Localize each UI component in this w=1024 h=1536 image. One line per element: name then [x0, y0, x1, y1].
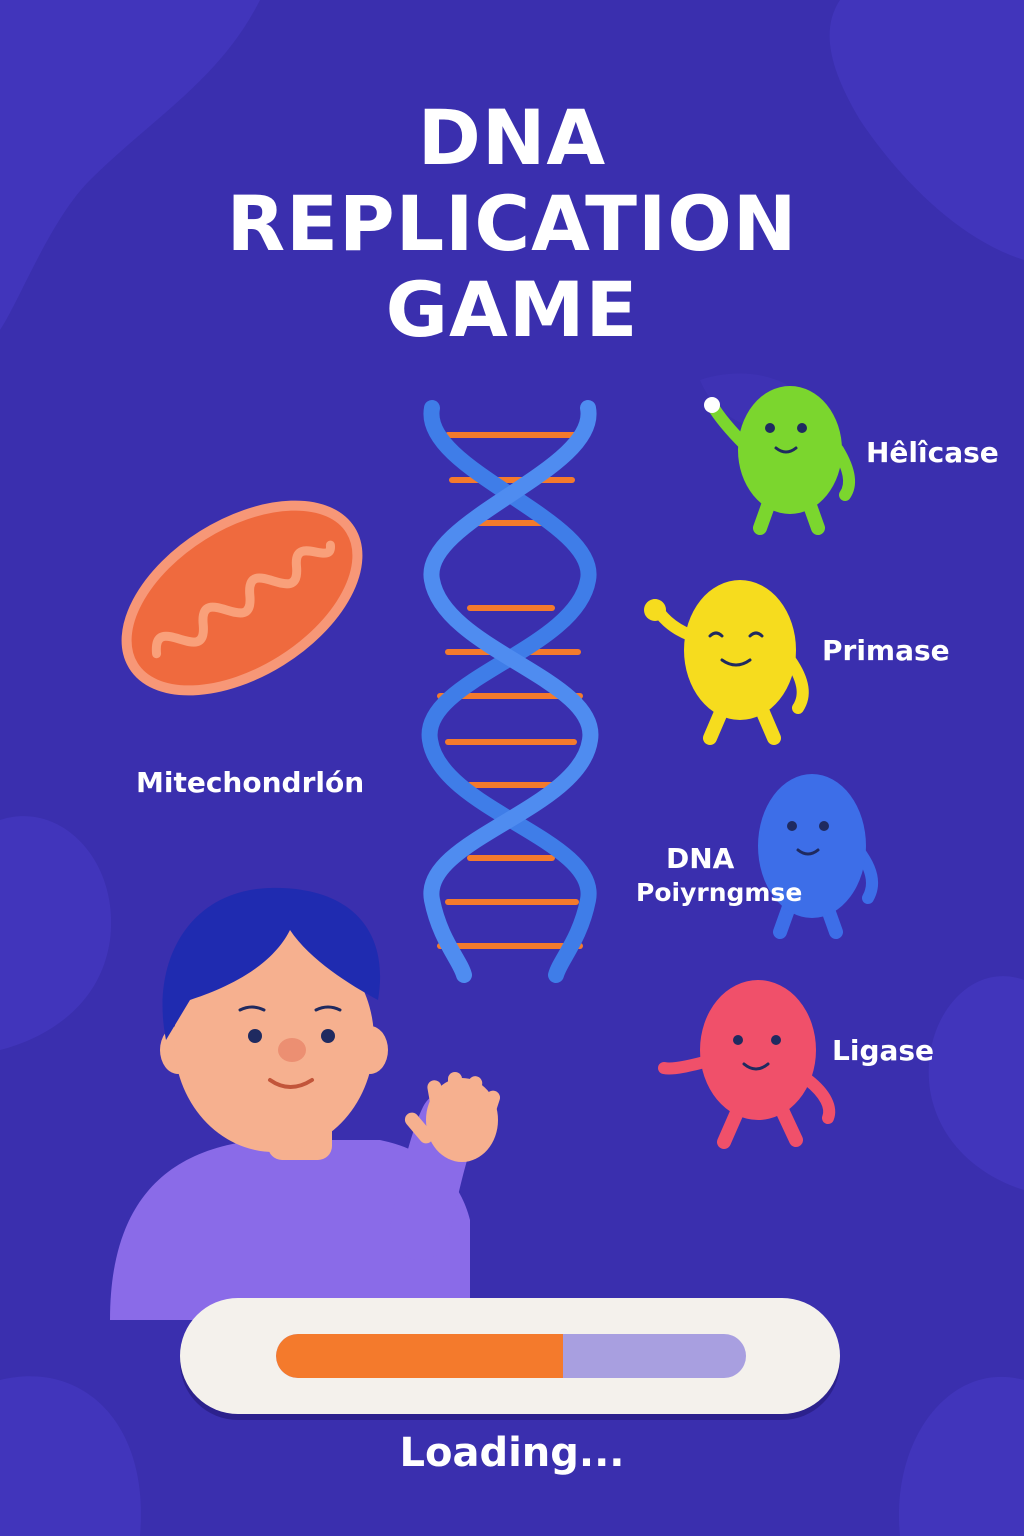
title-line-2: REPLICATION — [226, 179, 798, 268]
loading-progress-card — [180, 1298, 840, 1414]
loading-progress-track — [276, 1334, 746, 1378]
mitochondrion-illustration — [121, 500, 363, 696]
player-avatar — [110, 887, 501, 1320]
polymerase-label-line-2: Poiyrngmse — [636, 878, 803, 907]
loading-progress-fill — [276, 1334, 563, 1378]
loading-text: Loading... — [399, 1430, 625, 1476]
ligase-character — [658, 980, 836, 1149]
ligase-label: Ligase — [832, 1034, 935, 1067]
mitochondrion-label: Mitechondrlón — [136, 766, 365, 799]
primase-character — [644, 580, 809, 745]
dna-helix — [421, 400, 599, 983]
primase-label: Primase — [822, 634, 950, 667]
title-line-3: GAME — [385, 265, 639, 354]
polymerase-label-line-1: DNA — [666, 842, 735, 875]
helicase-label: Hêlîcase — [866, 436, 999, 469]
title-line-1: DNA — [417, 93, 607, 182]
